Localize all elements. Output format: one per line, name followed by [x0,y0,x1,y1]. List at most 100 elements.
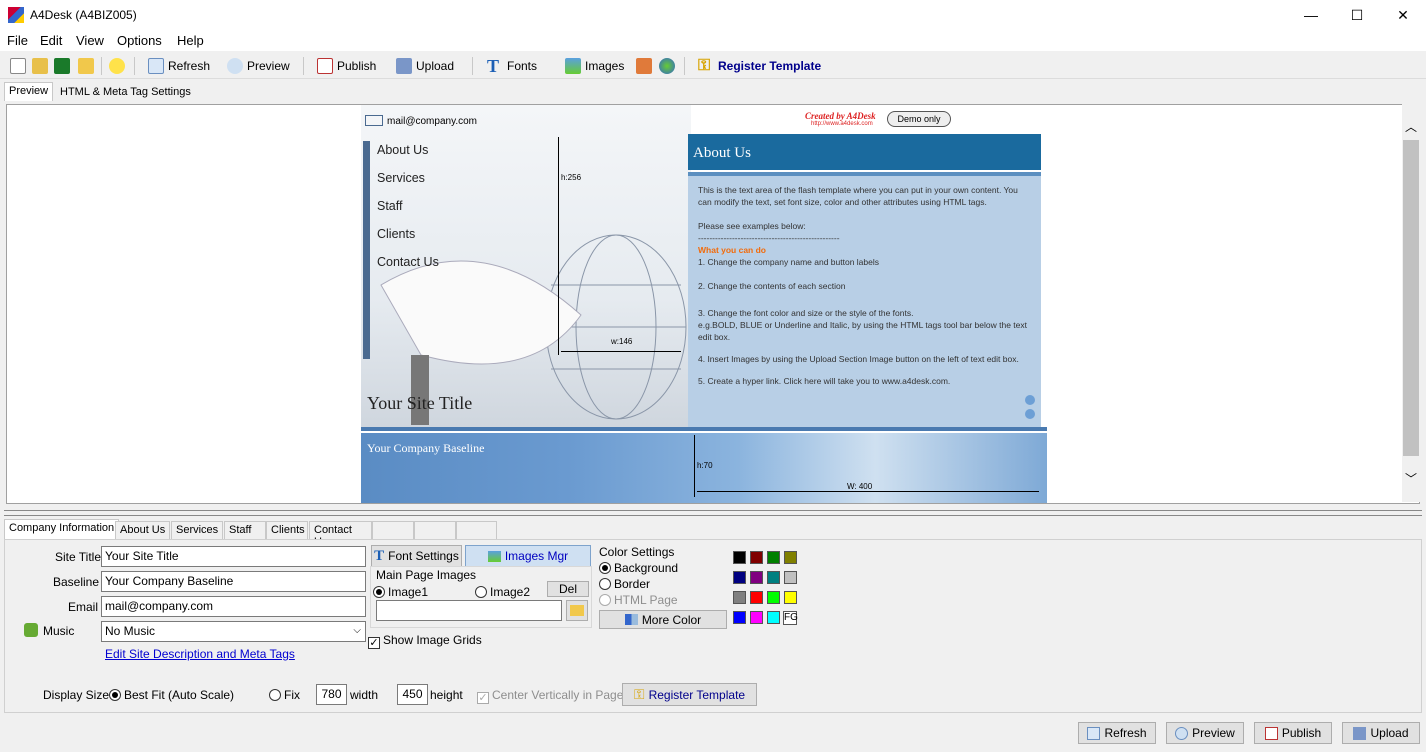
color-swatch[interactable] [750,611,763,624]
del-button[interactable]: Del [547,581,589,597]
preview-icon [227,58,243,74]
image2-radio[interactable]: Image2 [475,585,530,599]
color-swatch[interactable] [767,571,780,584]
baseline-divider [361,427,1047,431]
register-template-button[interactable]: ⚿ Register Template [622,683,757,706]
color-swatch[interactable] [750,591,763,604]
color-swatch[interactable] [784,571,797,584]
color-swatch[interactable] [733,571,746,584]
edit-meta-link[interactable]: Edit Site Description and Meta Tags [105,647,295,661]
site-nav-staff[interactable]: Staff [377,199,402,213]
site-nav-contact[interactable]: Contact Us [377,255,439,269]
tab-empty-3[interactable] [456,521,497,539]
font-settings-button[interactable]: T Font Settings [371,545,462,567]
menu-options[interactable]: Options [117,33,162,48]
menu-file[interactable]: File [7,33,28,48]
background-radio[interactable]: Background [599,561,678,575]
more-color-button[interactable]: More Color [599,610,727,629]
toolbar-fonts[interactable]: T Fonts [487,56,537,76]
demo-badge: Demo only [887,111,951,127]
menu-help[interactable]: Help [177,33,204,48]
border-radio[interactable]: Border [599,577,650,591]
bottom-publish-button[interactable]: Publish [1254,722,1332,744]
image-path-input[interactable] [376,600,562,621]
scroll-down-icon[interactable] [1025,409,1035,419]
content-item: 2. Change the contents of each section [698,281,846,291]
fix-radio[interactable]: Fix [269,688,300,702]
tab-empty-2[interactable] [414,521,456,539]
splitter[interactable] [4,510,1422,516]
toolbar-register[interactable]: ⚿ Register Template [698,56,821,76]
tab-clients[interactable]: Clients [266,521,308,539]
browse-folder-button[interactable] [566,600,588,621]
site-title-input[interactable]: Your Site Title [101,546,366,567]
baseline-width-guide [697,491,1039,492]
color-swatch[interactable] [767,591,780,604]
music-select[interactable]: No Music ⌵ [101,621,366,642]
bottom-preview-button[interactable]: Preview [1166,722,1244,744]
color-swatch[interactable] [784,551,797,564]
globe-icon[interactable] [659,56,675,76]
scroll-up-icon[interactable] [1025,395,1035,405]
fg-swatch[interactable]: FG [783,611,798,625]
people-icon[interactable] [636,56,652,76]
height-guide [558,137,559,355]
images-mgr-button[interactable]: Images Mgr [465,545,591,567]
site-nav-services[interactable]: Services [377,171,425,185]
tab-company-info[interactable]: Company Information [4,519,120,540]
new-icon[interactable] [10,56,26,76]
color-swatch[interactable] [733,551,746,564]
color-swatch[interactable] [733,611,746,624]
email-input[interactable]: mail@company.com [101,596,366,617]
show-grids-checkbox[interactable]: ✓ Show Image Grids [368,633,482,649]
bulb-icon[interactable] [109,56,125,76]
color-swatch[interactable] [784,591,797,604]
center-vertically-checkbox[interactable]: ✓ Center Vertically in Page [477,688,623,704]
baseline-label: Baseline [53,575,100,589]
toolbar-refresh[interactable]: Refresh [148,56,210,76]
image1-radio[interactable]: Image1 [373,585,428,599]
preview-scrollbar[interactable]: ︿ ﹀ [1402,104,1420,502]
site-nav-clients[interactable]: Clients [377,227,415,241]
best-fit-radio[interactable]: Best Fit (Auto Scale) [109,688,234,702]
close-button[interactable]: ✕ [1380,0,1426,30]
tab-empty-1[interactable] [372,521,414,539]
html-page-radio[interactable]: HTML Page [599,593,678,607]
tab-staff[interactable]: Staff [224,521,266,539]
tab-services[interactable]: Services [171,521,224,539]
menu-bar: File Edit View Options Help [0,30,1426,51]
content-paragraph: Please see examples below: [698,221,806,231]
menu-edit[interactable]: Edit [40,33,62,48]
tab-about[interactable]: About Us [115,521,171,539]
color-swatch[interactable] [767,611,780,624]
toolbar-publish[interactable]: Publish [317,56,376,76]
toolbar-preview[interactable]: Preview [227,56,290,76]
color-swatch[interactable] [767,551,780,564]
save-icon[interactable] [54,56,70,76]
scroll-down-arrow-icon[interactable]: ﹀ [1405,470,1417,487]
open-icon[interactable] [32,56,48,76]
color-swatch[interactable] [750,571,763,584]
tab-preview[interactable]: Preview [4,82,54,101]
minimize-button[interactable]: — [1288,0,1334,30]
site-nav-about[interactable]: About Us [377,143,428,157]
window-title: A4Desk (A4BIZ005) [30,8,137,22]
color-swatch[interactable] [733,591,746,604]
folder-icon[interactable] [78,56,94,76]
bottom-refresh-button[interactable]: Refresh [1078,722,1156,744]
baseline-input[interactable]: Your Company Baseline [101,571,366,592]
toolbar-upload[interactable]: Upload [396,56,454,76]
maximize-button[interactable]: ☐ [1334,0,1380,30]
toolbar-images[interactable]: Images [565,56,624,76]
key-icon: ⚿ [698,57,711,74]
nav-bar-strip [363,141,370,359]
scroll-thumb[interactable] [1403,140,1419,456]
bottom-upload-button[interactable]: Upload [1342,722,1420,744]
tab-contact[interactable]: Contact Us [309,521,372,548]
scroll-up-arrow-icon[interactable]: ︿ [1405,118,1417,135]
menu-view[interactable]: View [76,33,104,48]
height-input[interactable]: 450 [397,684,428,705]
color-swatch[interactable] [750,551,763,564]
tab-html-meta[interactable]: HTML & Meta Tag Settings [56,84,195,102]
width-input[interactable]: 780 [316,684,347,705]
